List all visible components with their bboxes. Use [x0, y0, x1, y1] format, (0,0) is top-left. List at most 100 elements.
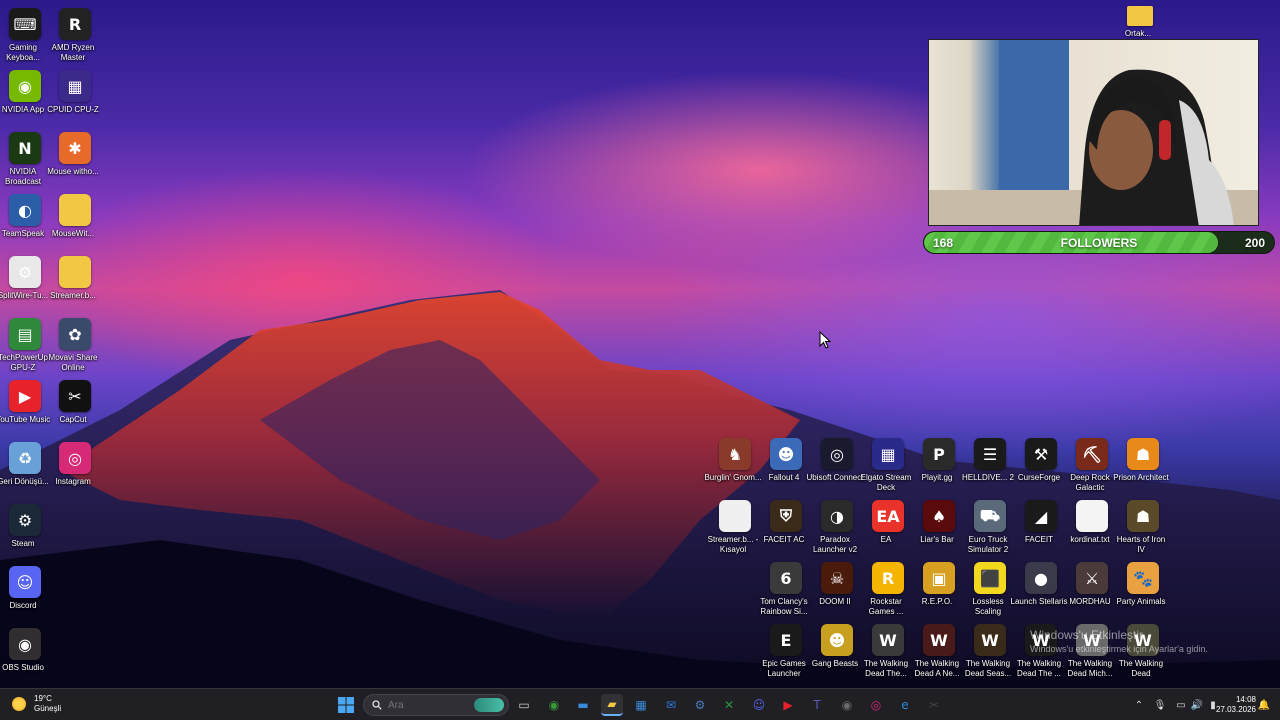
desktop-icon[interactable]: MouseWit... [50, 194, 100, 256]
desktop-icon-label: Epic Games Launcher [762, 659, 806, 678]
desktop-icon[interactable]: ✱ Mouse witho... [47, 132, 100, 194]
followers-label: FOLLOWERS [1060, 236, 1138, 250]
desktop-icon[interactable]: R Rockstar Games ... [863, 562, 913, 624]
desktop-icon[interactable]: ♻ Geri Dönüşü... [0, 442, 50, 504]
hoi4-icon: ☗ [1127, 500, 1159, 532]
desktop-icon[interactable]: ▦ CPUID CPU-Z [47, 70, 100, 132]
desktop-icon[interactable]: ⚔ MORDHAU [1067, 562, 1117, 624]
outlook-icon[interactable]: ✉ [660, 694, 682, 716]
microphone-icon[interactable]: 🎙 [1153, 698, 1167, 712]
weather-description: Güneşli [34, 704, 62, 713]
desktop-icon[interactable]: ✿ Movavi Share Online [49, 318, 100, 380]
desktop-icon[interactable]: W The Walking Dead Seas... [965, 624, 1015, 686]
desktop-icon[interactable]: 🐾 Party Animals [1117, 562, 1168, 624]
taskbar-clock[interactable]: 14:08 27.03.2026 [1216, 695, 1256, 715]
taskbar-search[interactable] [363, 694, 509, 716]
desktop-icon[interactable]: ▦ Elgato Stream Deck [861, 438, 913, 500]
desktop-icon[interactable]: ⚙ SplitWire-Tu... [0, 256, 50, 318]
show-hidden-icons[interactable]: ⌃ [1132, 698, 1146, 712]
desktop-icon[interactable]: Streamer.b... - Kısayol [708, 500, 760, 562]
desktop-icon[interactable]: ◐ TeamSpeak [0, 194, 50, 256]
desktop-icon[interactable]: ◑ Paradox Launcher v2 [812, 500, 862, 562]
desktop-icon[interactable]: kordinat.txt [1067, 500, 1117, 562]
desktop-icon[interactable]: P Playit.gg [914, 438, 964, 500]
desktop-icon[interactable]: ⛟ Euro Truck Simulator 2 [965, 500, 1015, 562]
desktop-icon[interactable]: ⚙ Steam [0, 504, 50, 566]
mordhau-icon: ⚔ [1076, 562, 1108, 594]
obs-icon[interactable]: ◉ [836, 694, 858, 716]
file-explorer-icon[interactable]: ▰ [601, 694, 623, 716]
desktop-icon-label: kordinat.txt [1070, 535, 1110, 544]
desktop-icon[interactable]: ☗ Hearts of Iron IV [1117, 500, 1168, 562]
desktop-icon[interactable]: R AMD Ryzen Master [50, 8, 100, 70]
search-input[interactable] [388, 699, 468, 711]
weather-widget[interactable]: 19°C Güneşli [12, 694, 61, 714]
desktop-icon-label: Euro Truck Simulator 2 [967, 535, 1009, 554]
desktop-icon[interactable]: ◎ Instagram [50, 442, 100, 504]
fallout4-icon: ☻ [770, 438, 802, 470]
desktop-icon-label: Discord [9, 601, 37, 610]
desktop-icon[interactable]: ▣ R.E.P.O. [914, 562, 964, 624]
desktop-icon[interactable]: ⛨ FACEIT AC [761, 500, 811, 562]
network-icon[interactable]: ▭ [1174, 698, 1188, 712]
desktop-icon-label: Instagram [55, 477, 91, 486]
nvidia-icon: ◉ [9, 70, 41, 102]
chrome-icon[interactable]: ◉ [543, 694, 565, 716]
desktop-icon[interactable]: ✂ CapCut [50, 380, 100, 442]
desktop-icon-label: Elgato Stream Deck [860, 473, 912, 492]
volume-icon[interactable]: 🔊 [1190, 698, 1204, 712]
notifications-icon[interactable]: 🔔 [1257, 698, 1271, 712]
desktop-icon[interactable]: W The Walking Dead The... [863, 624, 913, 686]
desktop-icon[interactable]: ♠ Liar's Bar [914, 500, 964, 562]
discord-icon[interactable]: ☺ [748, 694, 770, 716]
task-view-icon[interactable]: ▭ [513, 694, 535, 716]
store-icon[interactable]: ▦ [630, 694, 652, 716]
desktop-icon[interactable]: ◉ NVIDIA App [0, 70, 50, 132]
desktop-icon[interactable]: ☻ Gang Beasts [812, 624, 862, 686]
xbox-icon[interactable]: ✕ [718, 694, 740, 716]
instagram-icon[interactable]: ◎ [865, 694, 887, 716]
desktop-icon[interactable]: Streamer.b... [50, 256, 100, 318]
desktop-icon-label: FACEIT [1024, 535, 1053, 544]
helldivers-icon: ☰ [974, 438, 1006, 470]
desktop-icon[interactable]: ⛏ Deep Rock Galactic [1067, 438, 1117, 500]
liars-bar-icon: ♠ [923, 500, 955, 532]
desktop-icon-label: CPUID CPU-Z [47, 105, 99, 114]
steam-icon[interactable]: ⚙ [689, 694, 711, 716]
search-highlight-icon [474, 698, 504, 712]
desktop-icon[interactable]: ☠ DOOM II [812, 562, 862, 624]
desktop-icon[interactable]: ⚒ CurseForge [1016, 438, 1066, 500]
desktop-icon[interactable]: ☗ Prison Architect [1113, 438, 1169, 500]
desktop-icon[interactable]: ● Launch Stellaris [1011, 562, 1067, 624]
desktop-icon[interactable]: ◉ OBS Studio [0, 628, 50, 690]
desktop-icon[interactable]: N NVIDIA Broadcast [0, 132, 50, 194]
recycle-bin-icon: ♻ [9, 442, 41, 474]
desktop-icon-label: AMD Ryzen Master [51, 43, 95, 62]
desktop-icon[interactable]: ☻ Fallout 4 [761, 438, 811, 500]
desktop-icon[interactable]: 6 Tom Clancy's Rainbow Si... [760, 562, 811, 624]
weather-temperature: 19°C [34, 694, 52, 703]
teams-icon[interactable]: T [806, 694, 828, 716]
desktop-icon[interactable]: ▶ YouTube Music [0, 380, 50, 442]
desktop-icon[interactable]: ◎ Ubisoft Connect [807, 438, 863, 500]
desktop-icon[interactable]: ♞ Burglin' Gnom... [704, 438, 762, 500]
youtube-music-icon[interactable]: ▶ [777, 694, 799, 716]
mouse-without-borders-icon: ✱ [59, 132, 91, 164]
desktop-icon[interactable]: ☺ Discord [0, 566, 50, 628]
desktop-icon-label: Prison Architect [1113, 473, 1169, 482]
start-button[interactable] [335, 694, 357, 716]
desktop-icon[interactable]: ⌨ Gaming Keyboa... [0, 8, 50, 70]
desktop-icon[interactable]: E Epic Games Launcher [761, 624, 811, 686]
desktop-icon[interactable]: ◢ FACEIT [1016, 500, 1066, 562]
edge-icon[interactable]: e [894, 694, 916, 716]
desktop-icon-label: MouseWit... [51, 229, 95, 238]
capcut-icon[interactable]: ✂ [923, 694, 945, 716]
mouse-cursor-icon [819, 331, 831, 349]
desktop-icon[interactable]: W The Walking Dead A Ne... [914, 624, 964, 686]
desktop-icon[interactable]: EA EA [863, 500, 913, 562]
followers-goal-bar: 168 FOLLOWERS 200 [923, 231, 1275, 254]
desktop-app-icon[interactable]: ▬ [572, 694, 594, 716]
desktop-icon[interactable]: ▤ TechPowerUp GPU-Z [0, 318, 50, 380]
desktop-icon[interactable]: ⬛ Lossless Scaling [965, 562, 1015, 624]
desktop-icon[interactable]: ☰ HELLDIVE... 2 [962, 438, 1015, 500]
